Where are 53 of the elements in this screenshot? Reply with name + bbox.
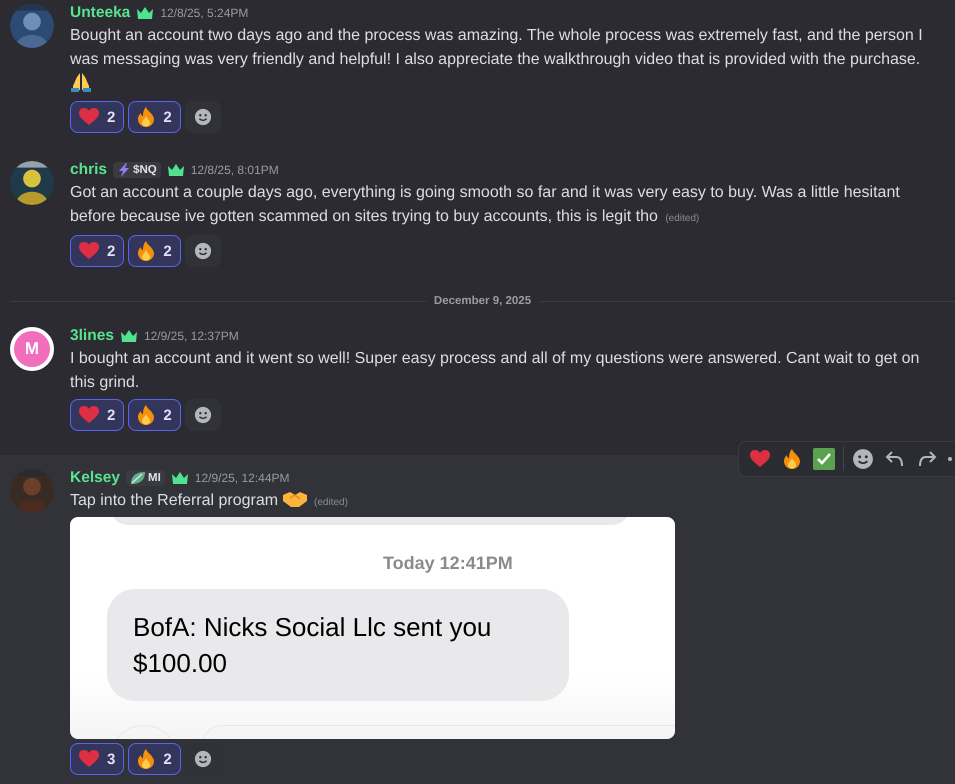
heart-icon [79, 750, 99, 768]
image-attachment[interactable]: Today 12:41PM BofA: Nicks Social Llc sent you $100.00 [70, 517, 675, 739]
timestamp: 12/8/25, 5:24PM [160, 6, 248, 20]
date-divider: December 9, 2025 [434, 295, 532, 307]
reply-icon [885, 450, 905, 468]
fire-icon [137, 241, 156, 261]
heart-icon [79, 406, 99, 424]
heart-icon [750, 450, 770, 468]
add-reaction-button[interactable] [184, 235, 221, 267]
username[interactable]: chris [70, 161, 108, 179]
timestamp: 12/9/25, 12:37PM [144, 329, 239, 343]
check-reaction-button[interactable] [811, 446, 837, 472]
message-text: I bought an account and it went so well! Super easy process and all of my questions were answered. Cant wait to get on this grind. [70, 349, 920, 393]
reaction-button[interactable]: 2 [70, 235, 124, 267]
fire-icon [137, 749, 156, 769]
check-icon [813, 448, 835, 470]
role-tag[interactable]: $NQ [113, 162, 161, 178]
sms-bubble: BofA: Nicks Social Llc sent you $100.00 [107, 589, 569, 701]
add-reaction-icon [194, 750, 212, 768]
reaction-button[interactable]: 2 [128, 101, 181, 133]
message-text: Bought an account two days ago and the process was amazing. The whole process was extremely fast, and the person I was messaging was very friendly and helpful! I also appreciate the walkthrough video that is provided with the purchase. [70, 24, 947, 97]
reaction-button[interactable]: 2 [128, 743, 181, 775]
fire-icon [137, 107, 156, 127]
username[interactable]: 3lines [70, 327, 114, 345]
message-text: Tap into the Referral program (edited) [70, 489, 349, 511]
handshake-icon [282, 490, 307, 508]
timestamp: 12/9/25, 12:44PM [194, 471, 290, 485]
fire-icon [783, 449, 801, 469]
add-reaction-icon [194, 242, 212, 260]
sms-timestamp: Today 12:41PM [383, 553, 513, 574]
username[interactable]: Kelsey [70, 469, 120, 487]
fire-icon [137, 405, 156, 425]
add-reaction-button[interactable] [184, 399, 221, 431]
reaction-button[interactable]: 2 [128, 399, 181, 431]
role-tag[interactable]: MI [126, 470, 165, 486]
leaf-icon [130, 471, 146, 485]
lightning-icon [117, 163, 132, 177]
add-reaction-button[interactable] [184, 101, 221, 133]
add-reaction-button[interactable] [850, 446, 876, 472]
add-reaction-icon [194, 406, 212, 424]
timestamp: 12/8/25, 8:01PM [190, 163, 279, 177]
forward-icon [917, 450, 937, 468]
reaction-button[interactable]: 2 [70, 399, 124, 431]
message-text: Got an account a couple days ago, everything is going smooth so far and it was very easy to buy. Was a little hesitant before because ive gotten scammed on sites trying to buy accounts, this is legit tho (edited) [70, 183, 901, 227]
reaction-button[interactable]: 3 [70, 743, 124, 775]
praying-hands-icon [70, 72, 92, 92]
heart-icon [79, 242, 99, 260]
add-reaction-icon [852, 448, 874, 470]
heart-icon [79, 108, 99, 126]
username[interactable]: Unteeka [70, 4, 130, 22]
reaction-button[interactable]: 2 [128, 235, 181, 267]
add-reaction-icon [194, 108, 212, 126]
reaction-button[interactable]: 2 [70, 101, 124, 133]
